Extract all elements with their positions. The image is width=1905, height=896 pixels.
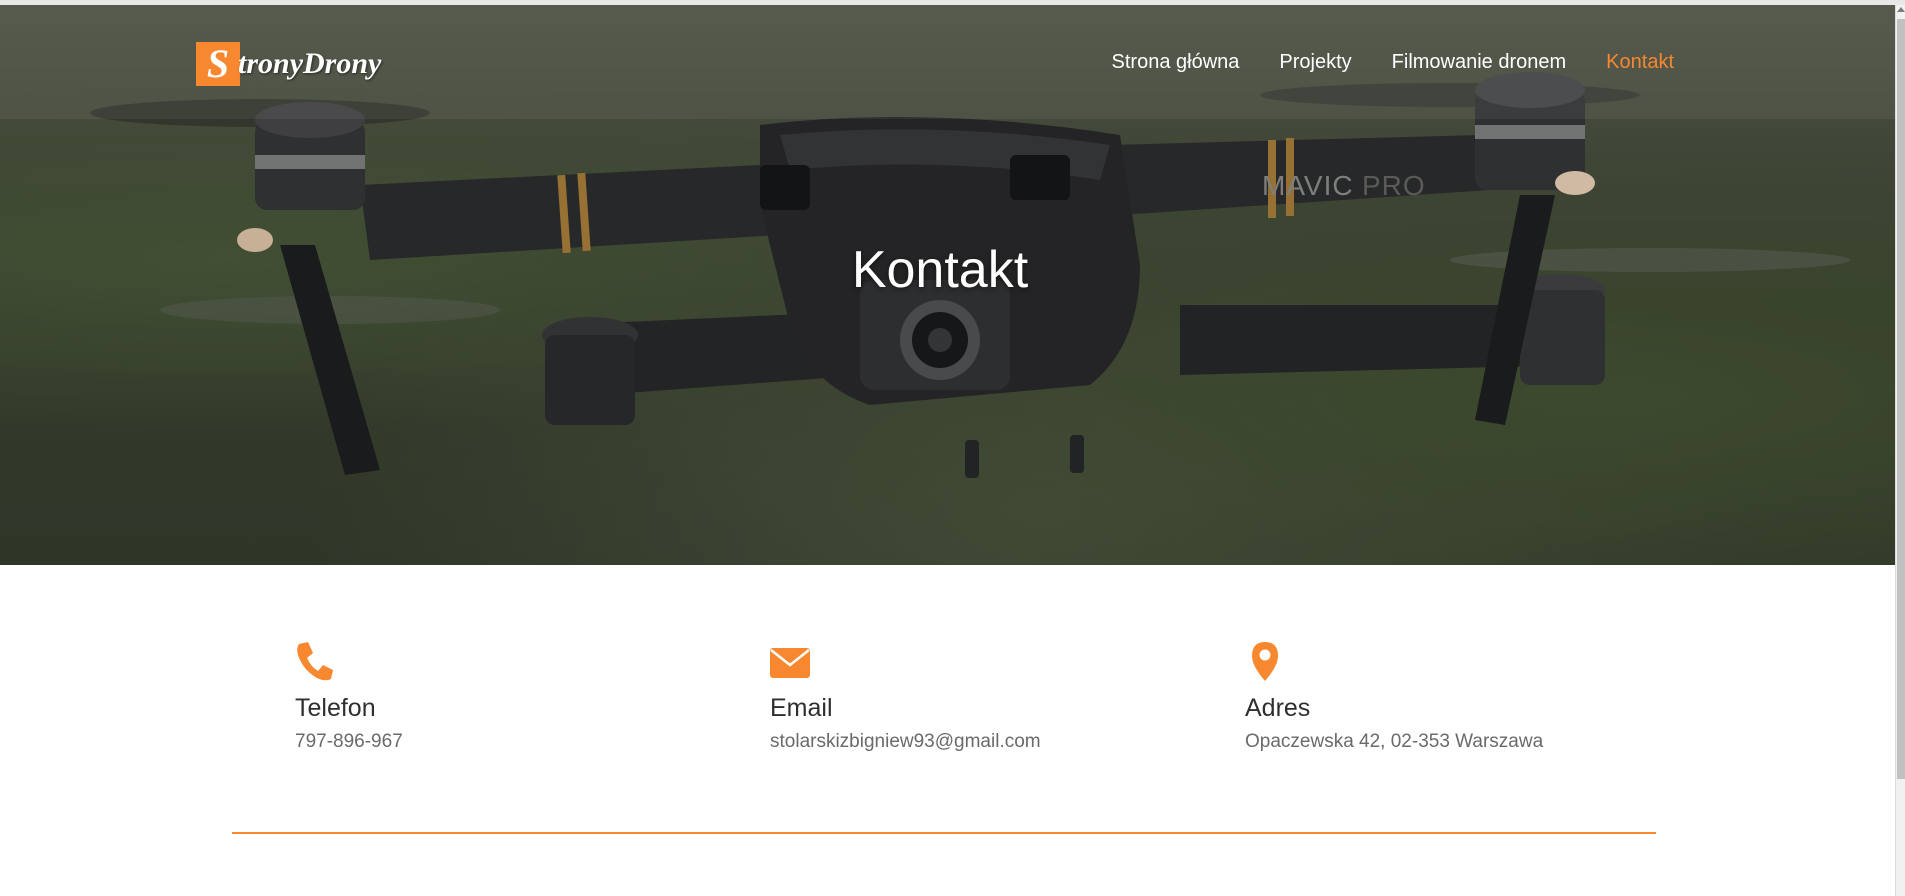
contact-card-email: Email stolarskizbigniew93@gmail.com	[770, 640, 1190, 753]
contact-card-title: Adres	[1245, 694, 1311, 722]
contact-card-title: Email	[770, 694, 833, 722]
page-title: Kontakt	[851, 241, 1029, 299]
phone-number[interactable]: 797-896-967	[295, 731, 715, 753]
page: MAVIC PRO S tronyDrony Strona główna Pro…	[0, 0, 1905, 896]
nav-item-projects[interactable]: Projekty	[1279, 51, 1351, 74]
address-text: Opaczewska 42, 02-353 Warszawa	[1245, 731, 1544, 752]
hero-banner: MAVIC PRO S tronyDrony Strona główna Pro…	[0, 5, 1895, 565]
scroll-up-arrow-icon[interactable]	[1897, 7, 1905, 12]
logo-text: tronyDrony	[238, 47, 382, 80]
page-scrollbar[interactable]	[1895, 5, 1905, 896]
nav-item-contact[interactable]: Kontakt	[1606, 51, 1674, 74]
nav-item-home[interactable]: Strona główna	[1112, 51, 1240, 74]
contact-section: Telefon 797-896-967 Email stolarskizbign…	[0, 565, 1895, 896]
scrollbar-thumb[interactable]	[1897, 19, 1905, 779]
site-logo[interactable]: S tronyDrony	[196, 42, 382, 86]
main-nav: Strona główna Projekty Filmowanie dronem…	[1112, 51, 1674, 74]
contact-card-address: Adres Opaczewska 42, 02-353 Warszawa	[1245, 640, 1665, 753]
email-address[interactable]: stolarskizbigniew93@gmail.com	[770, 731, 1190, 753]
nav-item-drone-filming[interactable]: Filmowanie dronem	[1392, 51, 1567, 74]
logo-initial: S	[196, 42, 240, 86]
section-divider	[232, 832, 1656, 834]
contact-card-phone: Telefon 797-896-967	[295, 640, 715, 753]
phone-icon	[297, 642, 333, 681]
envelope-icon	[770, 648, 810, 678]
map-pin-icon	[1252, 642, 1278, 681]
contact-card-title: Telefon	[295, 694, 376, 722]
